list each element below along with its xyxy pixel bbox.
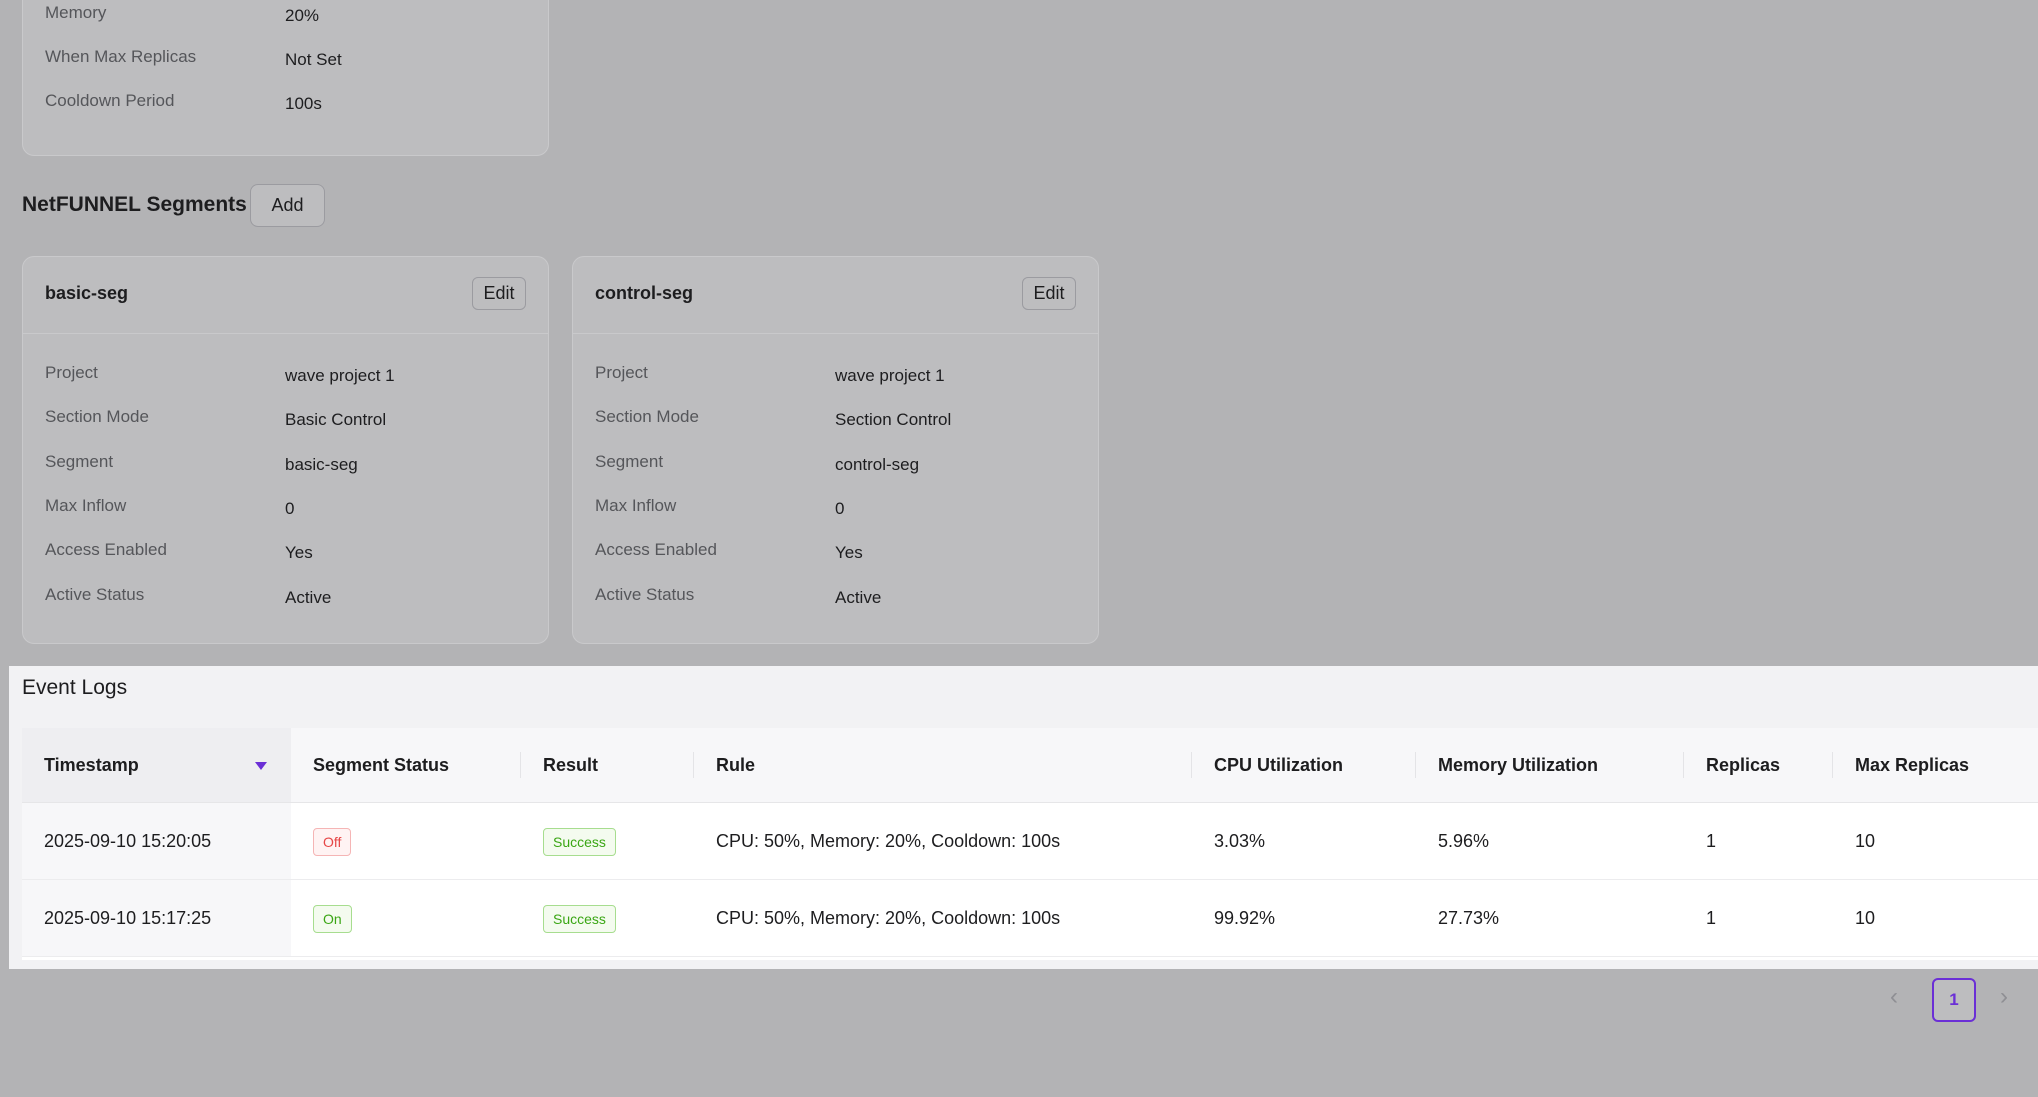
cell-replicas: 1 xyxy=(1706,831,1717,851)
row-value: Yes xyxy=(285,543,313,562)
table-header: Timestamp Segment Status Result Rule CPU… xyxy=(22,728,2038,803)
chevron-right-icon[interactable]: › xyxy=(2000,983,2008,1011)
row-label: Active Status xyxy=(45,585,145,604)
cell-rule: CPU: 50%, Memory: 20%, Cooldown: 100s xyxy=(716,908,1061,928)
row-label: Max Inflow xyxy=(595,496,677,515)
column-header-label: Replicas xyxy=(1706,755,1781,775)
row-value: 20% xyxy=(285,6,320,25)
row-value: Yes xyxy=(835,543,863,562)
result-badge: Success xyxy=(543,905,616,934)
column-header-label: Memory Utilization xyxy=(1438,755,1599,775)
cell-timestamp: 2025-09-10 15:17:25 xyxy=(22,880,291,956)
row-label: Section Mode xyxy=(595,407,699,426)
cell-memory-utilization: 27.73% xyxy=(1438,908,1500,928)
pagination-page-button[interactable]: 1 xyxy=(1932,978,1976,1022)
event-logs-table: Timestamp Segment Status Result Rule CPU… xyxy=(22,728,2038,960)
status-badge: On xyxy=(313,905,352,934)
column-header-rule[interactable]: Rule xyxy=(694,728,1192,802)
row-value: Section Control xyxy=(835,410,952,429)
cell-memory-utilization: 5.96% xyxy=(1438,831,1490,851)
segment-card-control-seg: control-seg Edit Project wave project 1 … xyxy=(572,256,1099,644)
row-value: 100s xyxy=(285,94,322,113)
cell-cpu-utilization: 99.92% xyxy=(1214,908,1276,928)
cell-replicas: 1 xyxy=(1706,908,1717,928)
row-label: Active Status xyxy=(595,585,695,604)
row-label: Project xyxy=(45,363,98,382)
row-label: Segment xyxy=(45,452,114,471)
row-value: wave project 1 xyxy=(285,366,395,385)
column-header-label: Rule xyxy=(716,755,756,775)
cell-timestamp: 2025-09-10 15:20:05 xyxy=(22,803,291,879)
cell-max-replicas: 10 xyxy=(1855,908,1876,928)
row-label: Access Enabled xyxy=(45,540,167,559)
edit-segment-button[interactable]: Edit xyxy=(472,277,526,310)
row-value: wave project 1 xyxy=(835,366,945,385)
sort-descending-icon[interactable] xyxy=(255,762,267,770)
column-header-segment-status[interactable]: Segment Status xyxy=(291,728,521,802)
event-logs-panel: Event Logs Timestamp Segment Status Resu… xyxy=(9,666,2038,969)
row-value: basic-seg xyxy=(285,455,358,474)
column-header-memory-utilization[interactable]: Memory Utilization xyxy=(1416,728,1684,802)
row-value: Active xyxy=(835,588,882,607)
segments-section-title: NetFUNNEL Segments xyxy=(22,193,247,216)
segment-card-header: control-seg Edit xyxy=(573,257,1098,334)
row-value: Not Set xyxy=(285,50,342,69)
result-badge: Success xyxy=(543,828,616,857)
chevron-left-icon[interactable]: ‹ xyxy=(1890,983,1898,1011)
cell-cpu-utilization: 3.03% xyxy=(1214,831,1266,851)
column-header-label: Max Replicas xyxy=(1855,755,1970,775)
row-label: Memory xyxy=(45,3,107,22)
cell-result: Success xyxy=(521,803,616,879)
row-label: When Max Replicas xyxy=(45,47,197,66)
table-row: 2025-09-10 15:17:25 On Success CPU: 50%,… xyxy=(22,880,2038,957)
row-value: control-seg xyxy=(835,455,920,474)
row-value: 0 xyxy=(835,499,845,518)
event-logs-title: Event Logs xyxy=(22,676,128,699)
cell-result: Success xyxy=(521,880,616,956)
column-header-cpu-utilization[interactable]: CPU Utilization xyxy=(1192,728,1416,802)
add-segment-button[interactable]: Add xyxy=(250,184,325,227)
row-value: 0 xyxy=(285,499,295,518)
table-row: 2025-09-10 15:20:05 Off Success CPU: 50%… xyxy=(22,803,2038,880)
segment-card-title: control-seg xyxy=(595,283,694,303)
row-label: Cooldown Period xyxy=(45,91,175,110)
edit-segment-button[interactable]: Edit xyxy=(1022,277,1076,310)
row-label: Max Inflow xyxy=(45,496,127,515)
column-header-label: Segment Status xyxy=(313,755,450,775)
column-header-label: CPU Utilization xyxy=(1214,755,1343,775)
segment-card-basic-seg: basic-seg Edit Project wave project 1 Se… xyxy=(22,256,549,644)
column-header-label: Timestamp xyxy=(44,755,139,775)
row-label: Access Enabled xyxy=(595,540,717,559)
column-header-label: Result xyxy=(543,755,599,775)
segment-card-header: basic-seg Edit xyxy=(23,257,548,334)
row-label: Section Mode xyxy=(45,407,149,426)
status-badge: Off xyxy=(313,828,352,857)
row-label: Project xyxy=(595,363,648,382)
segment-card-title: basic-seg xyxy=(45,283,129,303)
row-label: Segment xyxy=(595,452,664,471)
scaling-settings-card: Memory 20% When Max Replicas Not Set Coo… xyxy=(22,0,549,156)
cell-max-replicas: 10 xyxy=(1855,831,1876,851)
column-header-max-replicas[interactable]: Max Replicas xyxy=(1833,728,2038,802)
cell-segment-status: Off xyxy=(291,803,352,879)
column-header-replicas[interactable]: Replicas xyxy=(1684,728,1833,802)
row-value: Basic Control xyxy=(285,410,387,429)
cell-segment-status: On xyxy=(291,880,352,956)
row-value: Active xyxy=(285,588,332,607)
cell-rule: CPU: 50%, Memory: 20%, Cooldown: 100s xyxy=(716,831,1061,851)
column-header-timestamp[interactable]: Timestamp xyxy=(22,728,291,802)
column-header-result[interactable]: Result xyxy=(521,728,694,802)
